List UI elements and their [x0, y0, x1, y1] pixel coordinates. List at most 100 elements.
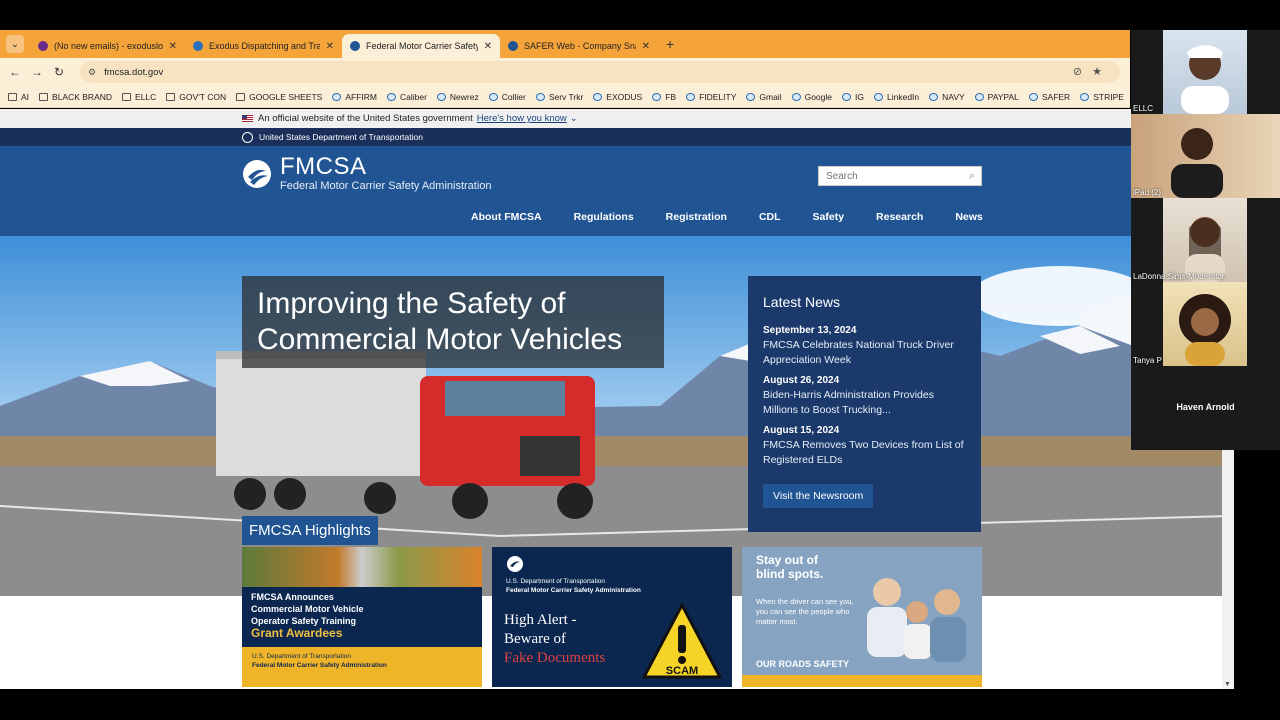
highlight-card-fake-documents[interactable]: U.S. Department of Transportation Federa…: [492, 547, 732, 687]
bookmark-folder[interactable]: BLACK BRAND: [39, 92, 112, 102]
card1-line: FMCSA Announces: [251, 592, 334, 602]
bookmark-link[interactable]: Newrez: [436, 92, 479, 102]
participant-tile[interactable]: LaDonna Sims-Moderator: [1131, 198, 1280, 282]
browser-tab-active[interactable]: Federal Motor Carrier Safety Ad ✕: [342, 34, 500, 58]
site-info-icon[interactable]: ⚙: [88, 67, 96, 78]
bookmark-folder[interactable]: GOV'T CON: [166, 92, 226, 102]
close-tab-icon[interactable]: ✕: [169, 41, 177, 52]
nav-about-fmcsa[interactable]: About FMCSA: [471, 211, 542, 223]
person-avatar-icon: [1171, 128, 1223, 198]
visit-newsroom-button[interactable]: Visit the Newsroom: [763, 484, 874, 508]
nav-safety[interactable]: Safety: [813, 211, 845, 223]
bookmark-folder[interactable]: ELLC: [122, 92, 156, 102]
gov-banner-text: An official website of the United States…: [258, 113, 473, 124]
omnibox-actions-icon[interactable]: ⊘★: [1073, 65, 1112, 78]
participant-tile[interactable]: iPad (2): [1131, 114, 1280, 198]
scroll-down-icon[interactable]: ▼: [1224, 681, 1231, 688]
participant-video: [1163, 30, 1247, 114]
bookmark-link[interactable]: Serv Trkr: [535, 92, 583, 102]
person-avatar-icon: [1185, 217, 1225, 282]
bookmark-link[interactable]: LinkedIn: [874, 92, 919, 102]
bookmark-link[interactable]: Collier: [488, 91, 526, 102]
bookmark-folder[interactable]: GOOGLE SHEETS: [236, 92, 322, 102]
search-placeholder: Search: [826, 170, 858, 182]
close-tab-icon[interactable]: ✕: [484, 41, 492, 52]
nav-research[interactable]: Research: [876, 211, 923, 223]
tab-label: Exodus Dispatching and Trainin: [209, 41, 320, 51]
page-scrollbar[interactable]: ▼: [1222, 450, 1234, 689]
dot-logo-icon: [507, 556, 523, 572]
participant-name: ELLC: [1133, 104, 1154, 113]
dot-link[interactable]: United States Department of Transportati…: [259, 132, 423, 142]
fmcsa-logo[interactable]: FMCSA Federal Motor Carrier Safety Admin…: [242, 155, 492, 193]
browser-tab[interactable]: Exodus Dispatching and Trainin ✕: [185, 34, 342, 58]
site-icon: [929, 92, 939, 101]
fmcsa-logo-mark-icon: [243, 160, 271, 188]
bookmark-link[interactable]: FIDELITY: [686, 92, 736, 102]
browser-tab[interactable]: (No new emails) - exodusloglsti ✕: [30, 34, 185, 58]
bookmark-link[interactable]: Gmail: [746, 92, 782, 102]
browser-tab[interactable]: SAFER Web - Company Snapsh ✕: [500, 34, 658, 58]
bookmark-link[interactable]: PAYPAL: [974, 92, 1019, 102]
back-arrow-icon[interactable]: ←: [4, 65, 26, 79]
bookmark-link[interactable]: FB: [652, 92, 676, 102]
bookmark-label: SAFER: [1041, 91, 1071, 102]
participant-tile[interactable]: Haven Arnold: [1131, 366, 1280, 450]
news-item[interactable]: August 26, 2024 Biden-Harris Administrat…: [763, 374, 966, 418]
bookmark-label: Collier: [501, 91, 526, 102]
participant-tile[interactable]: Tanya P: [1131, 282, 1280, 366]
close-tab-icon[interactable]: ✕: [326, 41, 334, 52]
bookmark-link[interactable]: AFFIRM: [332, 92, 377, 102]
card2-header-line: U.S. Department of Transportation: [506, 578, 605, 585]
url-text: fmcsa.dot.gov: [104, 66, 164, 78]
bookmark-link[interactable]: Google: [791, 92, 832, 102]
card1-footer-line: U.S. Department of Transportation: [252, 653, 351, 660]
tab-search-dropdown-icon[interactable]: ⌄: [6, 35, 24, 53]
forward-arrow-icon[interactable]: →: [26, 65, 48, 79]
site-icon: [593, 92, 603, 101]
heres-how-you-know-link[interactable]: Here's how you know: [477, 113, 567, 124]
site-header: FMCSA Federal Motor Carrier Safety Admin…: [0, 146, 1230, 236]
folder-icon: [236, 92, 246, 101]
nav-registration[interactable]: Registration: [666, 211, 727, 223]
bookmark-link[interactable]: Caliber: [386, 92, 427, 102]
site-icon: [535, 92, 545, 101]
bookmark-link[interactable]: IG: [842, 92, 864, 102]
bookmark-label: STRIPE: [1093, 91, 1124, 102]
highlight-card-blind-spots[interactable]: Stay out of blind spots. When the driver…: [742, 547, 982, 687]
news-item[interactable]: September 13, 2024 FMCSA Celebrates Nati…: [763, 324, 966, 368]
new-tab-icon[interactable]: +: [666, 36, 674, 52]
highlight-card-grant-awardees[interactable]: FMCSA Announces Commercial Motor Vehicle…: [242, 547, 482, 687]
browser-tab-strip: ⌄ (No new emails) - exodusloglsti ✕ Exod…: [0, 30, 1130, 58]
bookmark-link[interactable]: NAVY: [929, 92, 965, 102]
bookmark-link[interactable]: STRIPE: [1080, 92, 1124, 102]
bookmark-folder[interactable]: AI: [8, 92, 29, 102]
participant-name: LaDonna Sims-Moderator: [1133, 272, 1225, 281]
bookmark-label: EXODUS: [606, 91, 643, 102]
card3-title-line: Stay out of: [756, 553, 818, 567]
news-item[interactable]: August 15, 2024 FMCSA Removes Two Device…: [763, 424, 966, 468]
bookmark-label: AFFIRM: [345, 91, 377, 102]
participant-tile[interactable]: ELLC: [1131, 30, 1280, 114]
hero-headline: Improving the Safety of Commercial Motor…: [242, 276, 664, 368]
site-search-input[interactable]: Search ⌕: [818, 166, 982, 186]
news-title-link[interactable]: FMCSA Celebrates National Truck Driver A…: [763, 338, 966, 368]
instagram-icon: [842, 92, 852, 101]
close-tab-icon[interactable]: ✕: [642, 41, 650, 52]
news-title-link[interactable]: FMCSA Removes Two Devices from List of R…: [763, 438, 966, 468]
nav-news[interactable]: News: [955, 211, 982, 223]
nav-regulations[interactable]: Regulations: [574, 211, 634, 223]
nav-cdl[interactable]: CDL: [759, 211, 781, 223]
search-icon[interactable]: ⌕: [969, 170, 975, 183]
card2-header: U.S. Department of Transportation Federa…: [506, 577, 641, 595]
google-icon: [791, 92, 801, 101]
reload-icon[interactable]: ↻: [48, 65, 70, 79]
news-title-link[interactable]: Biden-Harris Administration Provides Mil…: [763, 388, 966, 418]
news-date: August 26, 2024: [763, 375, 840, 386]
address-bar[interactable]: ⚙ fmcsa.dot.gov ⊘★: [80, 61, 1120, 83]
chevron-down-icon[interactable]: ⌄: [570, 113, 578, 124]
participant-name: Tanya P: [1133, 356, 1162, 365]
bookmark-link[interactable]: EXODUS: [593, 92, 642, 102]
site-icon: [386, 92, 396, 101]
bookmark-link[interactable]: SAFER: [1028, 91, 1071, 102]
